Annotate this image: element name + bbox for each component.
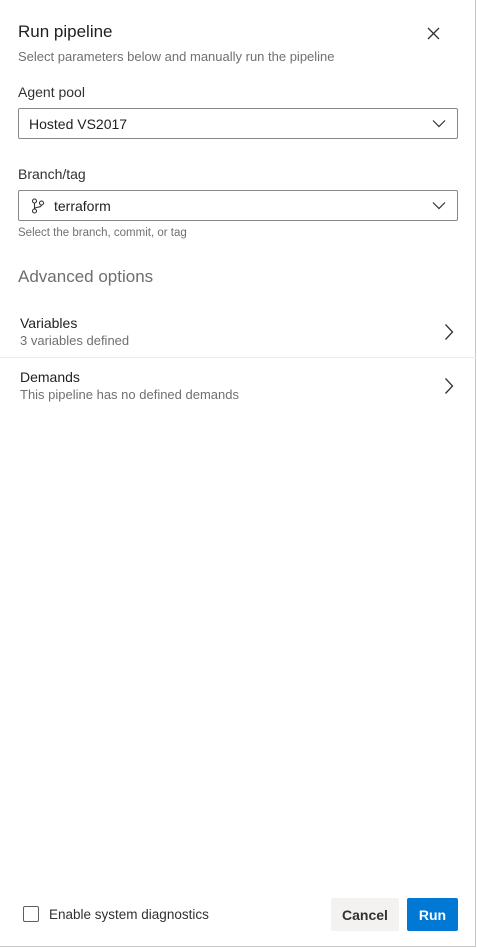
- variables-subtitle: 3 variables defined: [20, 333, 130, 348]
- branch-value: terraform: [54, 198, 111, 214]
- close-icon: [427, 27, 439, 39]
- branch-label: Branch/tag: [18, 166, 86, 182]
- row-divider: [0, 357, 476, 358]
- close-button[interactable]: [419, 19, 447, 47]
- diagnostics-label: Enable system diagnostics: [49, 907, 209, 922]
- panel-title: Run pipeline: [18, 22, 113, 41]
- diagnostics-checkbox[interactable]: [23, 906, 39, 922]
- agent-pool-dropdown[interactable]: Hosted VS2017: [18, 108, 458, 139]
- demands-title: Demands: [20, 369, 80, 385]
- variables-row[interactable]: Variables 3 variables defined: [0, 308, 476, 362]
- branch-hint: Select the branch, commit, or tag: [18, 227, 187, 239]
- chevron-right-icon: [445, 324, 454, 340]
- advanced-options-heading: Advanced options: [18, 267, 154, 286]
- chevron-right-icon: [445, 378, 454, 394]
- panel-subtitle: Select parameters below and manually run…: [18, 49, 335, 64]
- chevron-down-icon: [432, 120, 446, 128]
- agent-pool-label: Agent pool: [18, 84, 85, 100]
- variables-title: Variables: [20, 315, 78, 331]
- demands-row[interactable]: Demands This pipeline has no defined dem…: [0, 362, 476, 416]
- agent-pool-value: Hosted VS2017: [29, 116, 128, 132]
- run-pipeline-panel: Run pipeline Select parameters below and…: [0, 0, 476, 947]
- demands-subtitle: This pipeline has no defined demands: [20, 387, 239, 402]
- branch-dropdown[interactable]: terraform: [18, 190, 458, 221]
- cancel-button[interactable]: Cancel: [331, 898, 399, 931]
- run-button[interactable]: Run: [407, 898, 458, 931]
- chevron-down-icon: [432, 202, 446, 210]
- git-branch-icon: [31, 198, 45, 214]
